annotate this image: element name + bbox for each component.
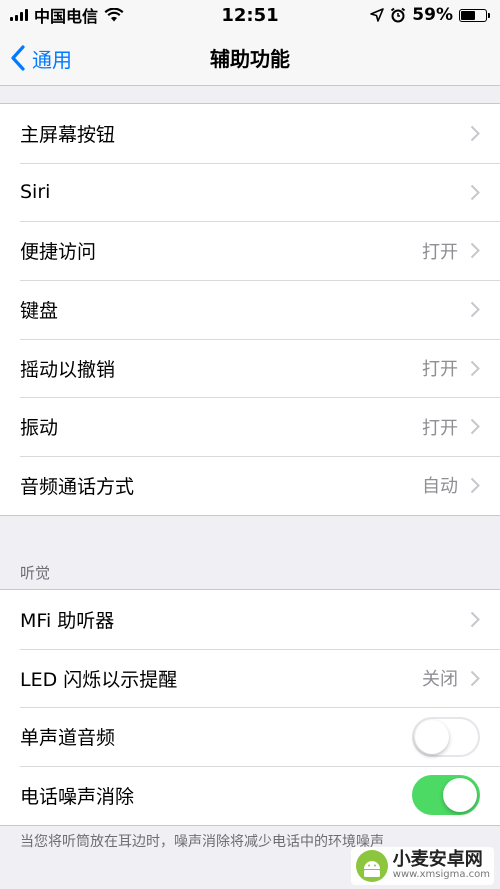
row-value: 自动	[422, 476, 458, 498]
watermark: 小麦安卓网 www.xmsigma.com	[350, 847, 494, 885]
row-label: 便捷访问	[20, 241, 97, 264]
row-label: 键盘	[20, 299, 59, 322]
chevron-right-icon	[470, 184, 480, 200]
battery-icon	[459, 8, 490, 22]
chevron-right-icon	[470, 611, 480, 628]
chevron-right-icon	[470, 301, 480, 318]
watermark-url: www.xmsigma.com	[392, 869, 490, 881]
status-right: 59%	[370, 5, 490, 25]
row-label: 主屏幕按钮	[20, 123, 116, 146]
chevron-right-icon	[470, 670, 480, 686]
chevron-right-icon	[470, 243, 480, 259]
back-button[interactable]: 通用	[10, 30, 72, 86]
status-bar: 中国电信 12:51 59%	[0, 0, 500, 30]
row-led-flash-alerts[interactable]: LED 闪烁以示提醒 关闭	[0, 648, 500, 708]
navigation-bar: 通用 辅助功能	[0, 30, 500, 86]
mono-audio-toggle[interactable]	[412, 716, 480, 757]
row-siri[interactable]: Siri	[0, 162, 500, 222]
row-value: 打开	[422, 241, 458, 263]
chevron-right-icon	[470, 125, 480, 142]
row-label: MFi 助听器	[20, 609, 115, 632]
section-header-hearing: 听觉	[20, 564, 51, 582]
row-label: 振动	[20, 417, 59, 440]
accessibility-screen: 中国电信 12:51 59% 通用 辅助功能 主屏幕按钮 Siri 便捷访问 打…	[0, 0, 500, 889]
alarm-icon	[391, 7, 406, 23]
chevron-right-icon	[470, 477, 480, 494]
carrier-name: 中国电信	[34, 7, 99, 26]
row-label: Siri	[20, 181, 51, 204]
row-label: 音频通话方式	[20, 475, 135, 498]
chevron-left-icon	[11, 45, 25, 71]
row-label: 摇动以撤销	[20, 358, 116, 381]
row-home-button[interactable]: 主屏幕按钮	[0, 104, 500, 163]
row-reachability[interactable]: 便捷访问 打开	[0, 221, 500, 280]
row-mfi-hearing-devices[interactable]: MFi 助听器	[0, 590, 500, 649]
location-arrow-icon	[370, 8, 385, 22]
row-label: 单声道音频	[20, 727, 116, 750]
chevron-right-icon	[470, 360, 480, 376]
watermark-title: 小麦安卓网	[392, 849, 483, 871]
row-phone-noise-cancellation: 电话噪声消除	[0, 766, 500, 825]
row-value: 打开	[422, 359, 458, 381]
settings-group-hearing: MFi 助听器 LED 闪烁以示提醒 关闭 单声道音频 电话噪声消除	[0, 589, 500, 826]
row-vibration[interactable]: 振动 打开	[0, 397, 500, 456]
battery-percent: 59%	[412, 5, 453, 25]
back-label: 通用	[32, 47, 72, 72]
row-mono-audio: 单声道音频	[0, 707, 500, 766]
noise-cancellation-toggle[interactable]	[412, 775, 480, 816]
status-left: 中国电信	[10, 3, 124, 27]
row-shake-to-undo[interactable]: 摇动以撤销 打开	[0, 338, 500, 398]
page-title: 辅助功能	[210, 47, 290, 71]
row-label: 电话噪声消除	[20, 785, 135, 808]
settings-group-general: 主屏幕按钮 Siri 便捷访问 打开 键盘 摇动以撤销 打开 振动 打开 音频通…	[0, 103, 500, 516]
chevron-right-icon	[470, 419, 480, 435]
row-value: 打开	[422, 417, 458, 439]
wifi-icon	[104, 8, 124, 22]
row-call-audio-routing[interactable]: 音频通话方式 自动	[0, 456, 500, 515]
row-keyboard[interactable]: 键盘	[0, 280, 500, 339]
android-logo-icon	[355, 850, 388, 882]
row-value: 关闭	[422, 669, 458, 691]
watermark-text: 小麦安卓网 www.xmsigma.com	[392, 849, 490, 881]
row-label: LED 闪烁以示提醒	[20, 668, 178, 691]
signal-icon	[10, 9, 28, 21]
